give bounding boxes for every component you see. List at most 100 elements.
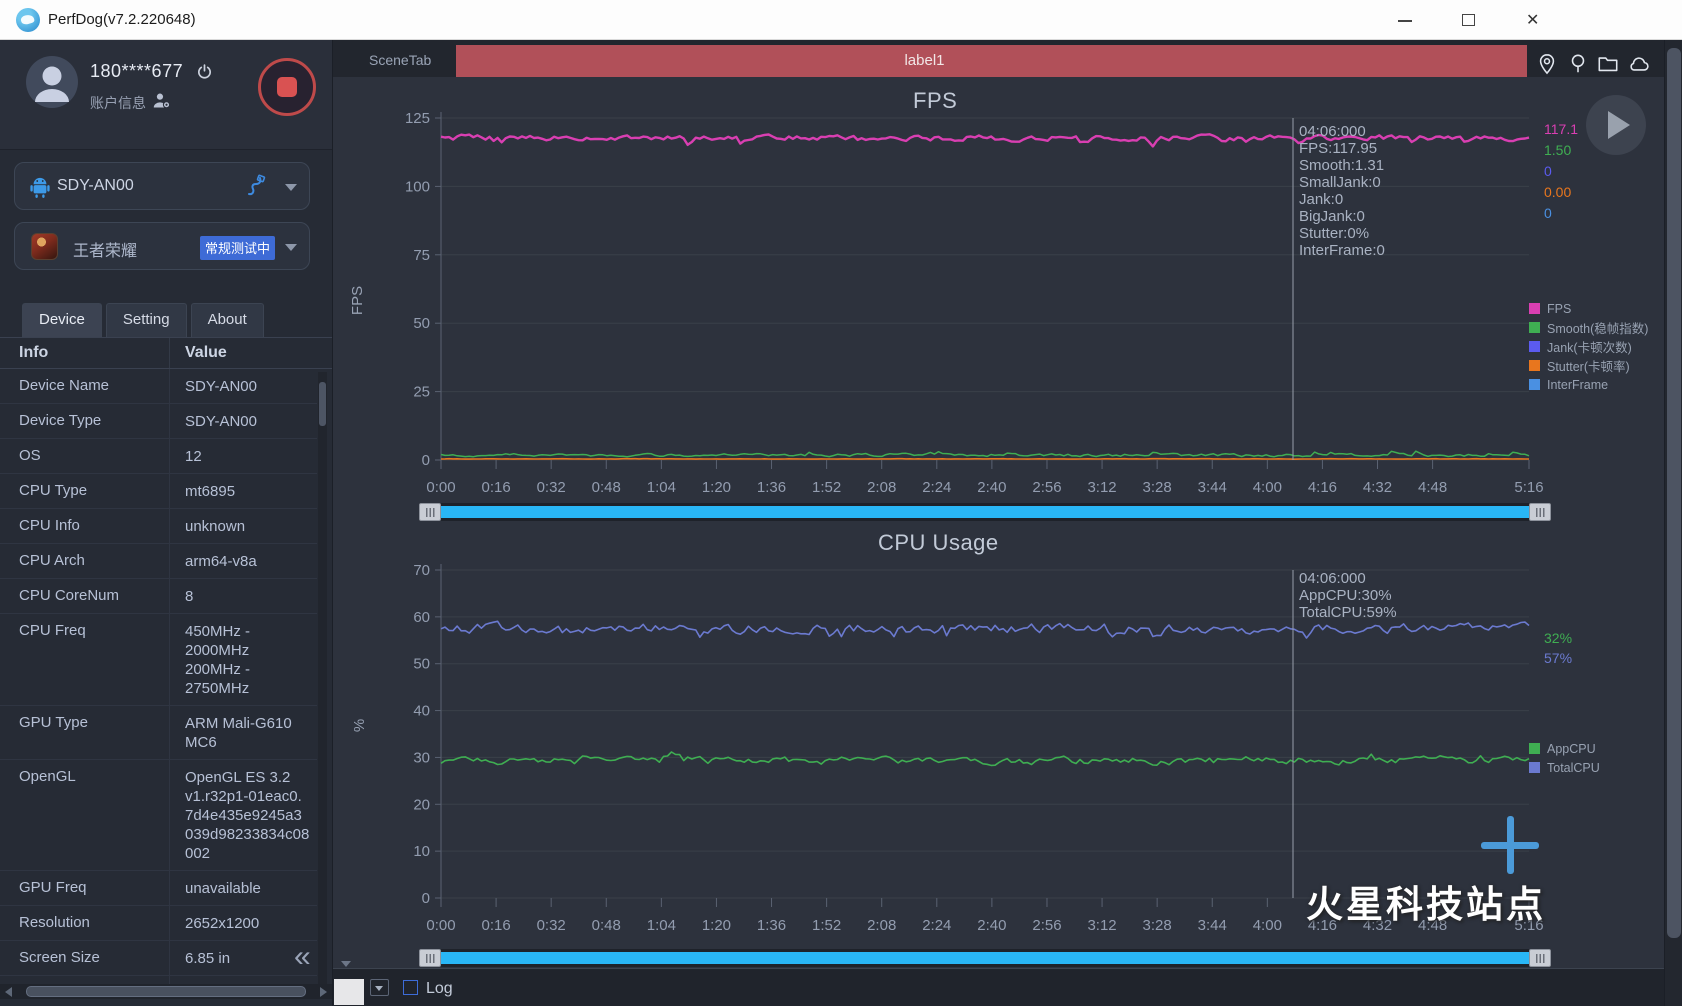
svg-text:25: 25	[413, 384, 430, 401]
legend-item[interactable]: InterFrame	[1529, 375, 1648, 394]
window-title: PerfDog(v7.2.220648)	[48, 11, 196, 28]
main-vertical-scrollbar[interactable]	[1664, 40, 1682, 1006]
sidebar-horizontal-scrollbar[interactable]	[0, 984, 332, 999]
scene-tab-bar: SceneTab label1	[333, 40, 1682, 77]
svg-text:1:04: 1:04	[647, 917, 676, 934]
svg-text:30: 30	[413, 749, 430, 766]
svg-text:1:04: 1:04	[647, 479, 676, 496]
fps-scrollbar-range[interactable]	[441, 506, 1529, 518]
fps-chart-plot[interactable]: 125 100 75 50 25 0 0:00 0:16 0:32 0:48 1:04 1:20 1:3…	[383, 108, 1563, 512]
location-icon[interactable]	[1536, 53, 1558, 75]
account-info-link[interactable]: 账户信息	[90, 93, 146, 113]
svg-text:125: 125	[405, 110, 430, 127]
scrollbar-thumb[interactable]	[26, 986, 306, 997]
cpu-scrollbar-left-handle[interactable]	[419, 949, 441, 967]
cpu-chart-title: CPU Usage	[878, 530, 999, 555]
collapse-sidebar-button[interactable]: «	[294, 940, 311, 974]
legend-swatch	[1529, 743, 1540, 754]
svg-text:1:20: 1:20	[702, 479, 731, 496]
table-row: Screen Size 6.85 in	[0, 941, 317, 976]
tooltip-line: SmallJank:0	[1299, 174, 1381, 191]
cpu-scrollbar-right-handle[interactable]	[1529, 949, 1551, 967]
svg-text:60: 60	[413, 609, 430, 626]
scroll-right-arrow[interactable]	[320, 987, 327, 997]
info-column-header: Info	[0, 338, 170, 368]
series-current-value: 32%	[1544, 630, 1573, 646]
cloud-icon[interactable]	[1628, 53, 1650, 75]
info-label: GPU Freq	[0, 871, 170, 905]
maximize-button[interactable]	[1458, 10, 1480, 30]
svg-text:2:24: 2:24	[922, 479, 951, 496]
scene-tab-label1[interactable]: label1	[456, 45, 1527, 77]
value-column-header: Value	[185, 344, 227, 361]
scroll-left-arrow[interactable]	[5, 987, 12, 997]
cpu-scrollbar-range[interactable]	[441, 952, 1529, 964]
svg-text:3:28: 3:28	[1143, 917, 1172, 934]
add-chart-button[interactable]	[1480, 815, 1540, 875]
svg-text:0:32: 0:32	[537, 479, 566, 496]
svg-text:0:00: 0:00	[426, 479, 455, 496]
avatar[interactable]	[26, 56, 78, 108]
minimize-button[interactable]	[1394, 10, 1416, 30]
svg-text:75: 75	[413, 247, 430, 264]
table-row: CPU Arch arm64-v8a	[0, 544, 317, 579]
svg-text:1:20: 1:20	[702, 917, 731, 934]
marker-pin-icon[interactable]	[1567, 53, 1589, 75]
close-button[interactable]: ✕	[1524, 10, 1546, 30]
android-icon	[30, 177, 50, 198]
svg-text:0:16: 0:16	[481, 479, 510, 496]
legend-label: Smooth(稳帧指数)	[1547, 322, 1649, 336]
table-row: GPU Type ARM Mali-G610 MC6	[0, 706, 317, 760]
fps-scrollbar-left-handle[interactable]	[419, 503, 441, 521]
stop-record-button[interactable]	[258, 58, 316, 116]
legend-item[interactable]: Smooth(稳帧指数)	[1529, 318, 1648, 337]
user-phone: 180****677	[90, 61, 184, 81]
app-selector[interactable]: 王者荣耀 常规测试中	[14, 222, 310, 270]
log-dropdown-button[interactable]	[370, 979, 389, 996]
folder-icon[interactable]	[1597, 53, 1619, 75]
svg-text:1:36: 1:36	[757, 479, 786, 496]
play-button[interactable]	[1586, 95, 1646, 155]
legend-item[interactable]: AppCPU	[1529, 739, 1600, 758]
svg-text:20: 20	[413, 796, 430, 813]
info-value: SDY-AN00	[185, 413, 257, 430]
chevron-down-icon	[285, 244, 297, 251]
tooltip-line: FPS:117.95	[1299, 140, 1378, 157]
scenetab-label: SceneTab	[369, 52, 432, 68]
sidebar-tabs: Device Setting About	[22, 303, 264, 337]
test-status-badge: 常规测试中	[199, 236, 275, 260]
fps-current-values: 117.1 1.50 0 0.00 0	[1544, 119, 1578, 224]
account-user-gear-icon[interactable]	[152, 92, 171, 109]
table-row: Device Type SDY-AN00	[0, 404, 317, 439]
legend-item[interactable]: TotalCPU	[1529, 758, 1600, 777]
fps-scrollbar-right-handle[interactable]	[1529, 503, 1551, 521]
legend-item[interactable]: Stutter(卡顿率)	[1529, 356, 1648, 375]
legend-item[interactable]: FPS	[1529, 299, 1648, 318]
info-value: SDY-AN00	[185, 378, 257, 395]
scrollbar-thumb[interactable]	[1667, 48, 1681, 938]
info-value: 11.2 GB	[170, 976, 317, 984]
info-label: GPU Type	[0, 706, 170, 759]
tooltip-line: BigJank:0	[1299, 208, 1365, 225]
tab-device[interactable]: Device	[22, 303, 102, 337]
tooltip-line: InterFrame:0	[1299, 242, 1385, 259]
table-row: CPU CoreNum 8	[0, 579, 317, 614]
svg-text:4:00: 4:00	[1253, 917, 1282, 934]
device-selector[interactable]: SDY-AN00	[14, 162, 310, 210]
sidebar-vertical-scrollbar[interactable]	[318, 372, 327, 984]
tooltip-line: 04:06:000	[1299, 570, 1366, 587]
legend-item[interactable]: Jank(卡顿次数)	[1529, 337, 1648, 356]
info-value: OpenGL ES 3.2 v1.r32p1-01eac0. 7d4e435e9…	[185, 769, 310, 862]
tab-about[interactable]: About	[190, 303, 264, 337]
main-area: SceneTab label1 FPS FPS 125 100 75 50 25 0 0:0…	[332, 40, 1682, 1006]
info-value: 2652x1200	[185, 915, 260, 932]
fps-time-scrollbar[interactable]	[419, 503, 1551, 521]
series-current-value: 0.00	[1544, 184, 1572, 200]
info-value: unavailable	[185, 880, 261, 897]
tab-setting[interactable]: Setting	[105, 303, 187, 337]
cpu-time-scrollbar[interactable]	[419, 949, 1551, 967]
log-checkbox[interactable]	[403, 980, 418, 995]
svg-text:4:32: 4:32	[1363, 479, 1392, 496]
tooltip-line: Jank:0	[1299, 191, 1344, 208]
logout-power-icon[interactable]	[196, 63, 213, 80]
